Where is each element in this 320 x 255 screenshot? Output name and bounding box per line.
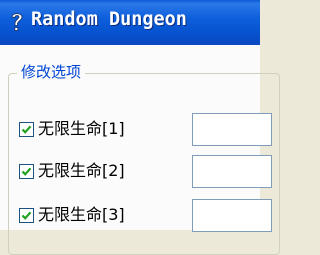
infinite-life-2-checkbox[interactable] (19, 164, 34, 179)
infinite-life-1-value-field[interactable] (192, 113, 272, 146)
infinite-life-1-label[interactable]: 无限生命[1] (38, 116, 125, 142)
option-row-infinite-life-3: 无限生命[3] (0, 199, 272, 240)
infinite-life-1-checkbox[interactable] (19, 122, 34, 137)
question-mark-icon (10, 11, 24, 33)
window-title: Random Dungeon (31, 9, 187, 30)
checkmark-icon (21, 167, 32, 176)
infinite-life-2-value-field[interactable] (192, 155, 272, 188)
infinite-life-3-label[interactable]: 无限生命[3] (38, 202, 125, 228)
checkmark-icon (21, 211, 32, 220)
checkmark-icon (21, 125, 32, 134)
infinite-life-3-value-field[interactable] (192, 199, 272, 232)
infinite-life-3-checkbox[interactable] (19, 208, 34, 223)
groupbox-title: 修改选项 (17, 61, 86, 83)
infinite-life-2-label[interactable]: 无限生命[2] (38, 158, 125, 184)
option-row-infinite-life-1: 无限生命[1] (0, 113, 272, 154)
option-row-infinite-life-2: 无限生命[2] (0, 155, 272, 196)
title-bar[interactable]: Random Dungeon (0, 0, 260, 45)
